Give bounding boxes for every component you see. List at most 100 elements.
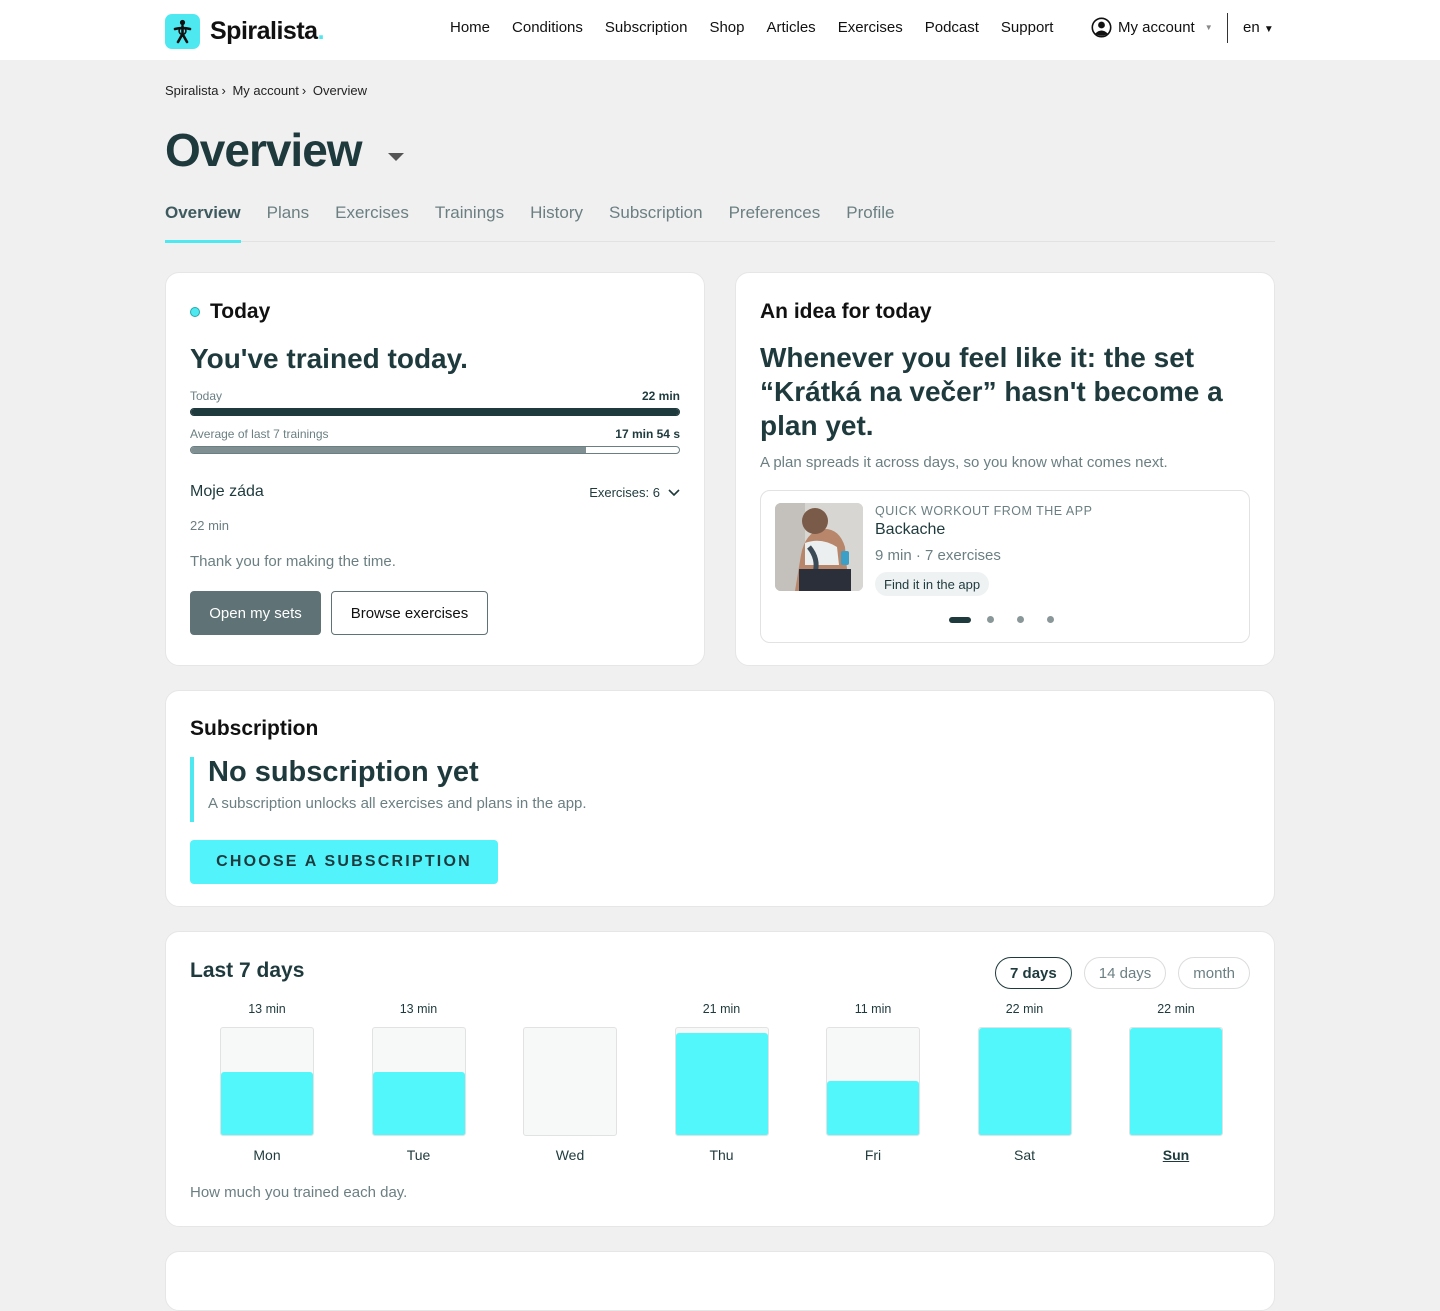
day-value-label: 13 min [399,1002,438,1016]
tab-exercises[interactable]: Exercises [335,203,409,242]
day-bar-track [826,1027,920,1136]
chart-caption: How much you trained each day. [190,1184,408,1201]
caret-down-icon: ▼ [1263,24,1274,35]
workout-kicker: QUICK WORKOUT FROM THE APP [875,504,1093,518]
page-title: Overview [165,124,363,176]
tab-profile[interactable]: Profile [846,203,894,242]
account-tabs: Overview Plans Exercises Trainings Histo… [165,203,1275,243]
account-menu[interactable]: My account ▼ [1091,17,1213,38]
idea-heading: An idea for today [760,300,932,323]
status-dot-icon [190,307,200,317]
logo-mark-icon [165,14,200,49]
carousel-dot[interactable] [1047,616,1054,623]
idea-title: Whenever you feel like it: the set “Krát… [760,342,1223,441]
nav-subscription[interactable]: Subscription [605,19,688,36]
range-month[interactable]: month [1178,957,1250,989]
tab-trainings[interactable]: Trainings [435,203,504,242]
tab-subscription[interactable]: Subscription [609,203,703,242]
range-14-days[interactable]: 14 days [1083,957,1167,989]
day-column-sat: 22 min Sat [977,1002,1072,1163]
user-circle-icon [1091,17,1112,38]
day-value-label: 22 min [1157,1002,1195,1016]
nav-home[interactable]: Home [450,19,490,36]
today-heading-text: Today [210,300,271,323]
next-card [165,1251,1275,1311]
tab-overview[interactable]: Overview [165,203,241,243]
workout-thumbnail [775,503,863,591]
day-bar [978,1028,1071,1135]
subscription-card: Subscription No subscription yet A subsc… [165,690,1275,907]
day-bar-track [1129,1027,1223,1136]
average-progress-label: Average of last 7 trainings [190,427,329,441]
day-bar-track [523,1027,617,1136]
tab-preferences[interactable]: Preferences [729,203,821,242]
average-progress-fill [191,447,587,453]
thanks-text: Thank you for making the time. [190,553,396,570]
chart-heading: Last 7 days [190,959,305,982]
day-bar [675,1033,768,1135]
breadcrumb-item[interactable]: My account [232,83,298,98]
day-column-fri: 11 min Fri [826,1002,920,1163]
language-switcher[interactable]: en ▼ [1243,19,1274,36]
day-value-label: 11 min [854,1002,892,1016]
browse-exercises-button[interactable]: Browse exercises [331,591,488,635]
average-progress: Average of last 7 trainings 17 min 54 s [190,427,680,454]
day-value-label: 22 min [1005,1002,1044,1016]
workout-meta: 9 min · 7 exercises [875,547,1001,564]
carousel-dot[interactable] [1017,616,1024,623]
today-progress-label: Today [190,389,223,403]
choose-subscription-button[interactable]: CHOOSE A SUBSCRIPTION [190,840,498,884]
day-bar [1130,1028,1222,1135]
day-label: Sat [1013,1147,1035,1163]
range-7-days[interactable]: 7 days [995,957,1072,989]
exercises-count: Exercises: 6 [589,485,660,500]
today-title: You've trained today. [190,343,468,374]
day-label: Fri [864,1147,882,1163]
today-heading: Today [190,300,270,324]
day-column-thu: 21 min Thu [674,1002,769,1163]
day-value-label [523,1002,617,1018]
day-bar [372,1072,465,1135]
day-column-mon: 13 min Mon [220,1002,314,1163]
day-bar-track [220,1027,314,1136]
last-7-days-card: Last 7 days 7 days 14 days month 13 min M… [165,931,1275,1227]
find-in-app-chip[interactable]: Find it in the app [875,572,990,596]
nav-conditions[interactable]: Conditions [512,19,583,36]
breadcrumb: Spiralista › My account › Overview [165,83,370,98]
main-nav: Home Conditions Subscription Shop Articl… [450,19,1075,36]
tab-history[interactable]: History [530,203,583,242]
exercises-toggle[interactable]: Exercises: 6 [589,485,680,500]
day-label: Thu [709,1147,734,1163]
nav-podcast[interactable]: Podcast [925,19,979,36]
day-bar [221,1072,313,1135]
average-progress-value: 17 min 54 s [615,427,680,441]
open-my-sets-button[interactable]: Open my sets [190,591,321,635]
nav-support[interactable]: Support [1001,19,1054,36]
range-selector: 7 days 14 days month [995,957,1250,989]
day-label: Mon [253,1147,281,1163]
carousel-dot[interactable] [949,616,971,623]
day-column-tue: 13 min Tue [371,1002,466,1163]
breadcrumb-item[interactable]: Spiralista [165,83,218,98]
nav-articles[interactable]: Articles [767,19,816,36]
breadcrumb-separator: › [221,83,226,98]
today-progress-value: 22 min [641,389,680,403]
nav-shop[interactable]: Shop [709,19,744,36]
logo[interactable]: Spiralista. [165,14,325,49]
today-card: Today You've trained today. Today 22 min… [165,272,705,666]
subscription-title: No subscription yet [208,756,479,788]
tab-plans[interactable]: Plans [267,203,310,242]
breadcrumb-separator: › [301,83,310,98]
carousel-dots [949,616,1077,623]
set-duration: 22 min [190,518,230,533]
day-bar-track [674,1027,769,1136]
workout-card[interactable]: QUICK WORKOUT FROM THE APP Backache 9 mi… [760,490,1250,643]
day-column-sun: 22 min Sun [1129,1002,1223,1163]
breadcrumb-current: Overview [312,83,368,98]
day-bar-track [977,1027,1072,1136]
today-progress-fill [191,409,679,415]
title-dropdown-icon[interactable] [388,153,404,161]
carousel-dot[interactable] [987,616,994,623]
nav-exercises[interactable]: Exercises [838,19,903,36]
workout-name: Backache [875,521,946,538]
